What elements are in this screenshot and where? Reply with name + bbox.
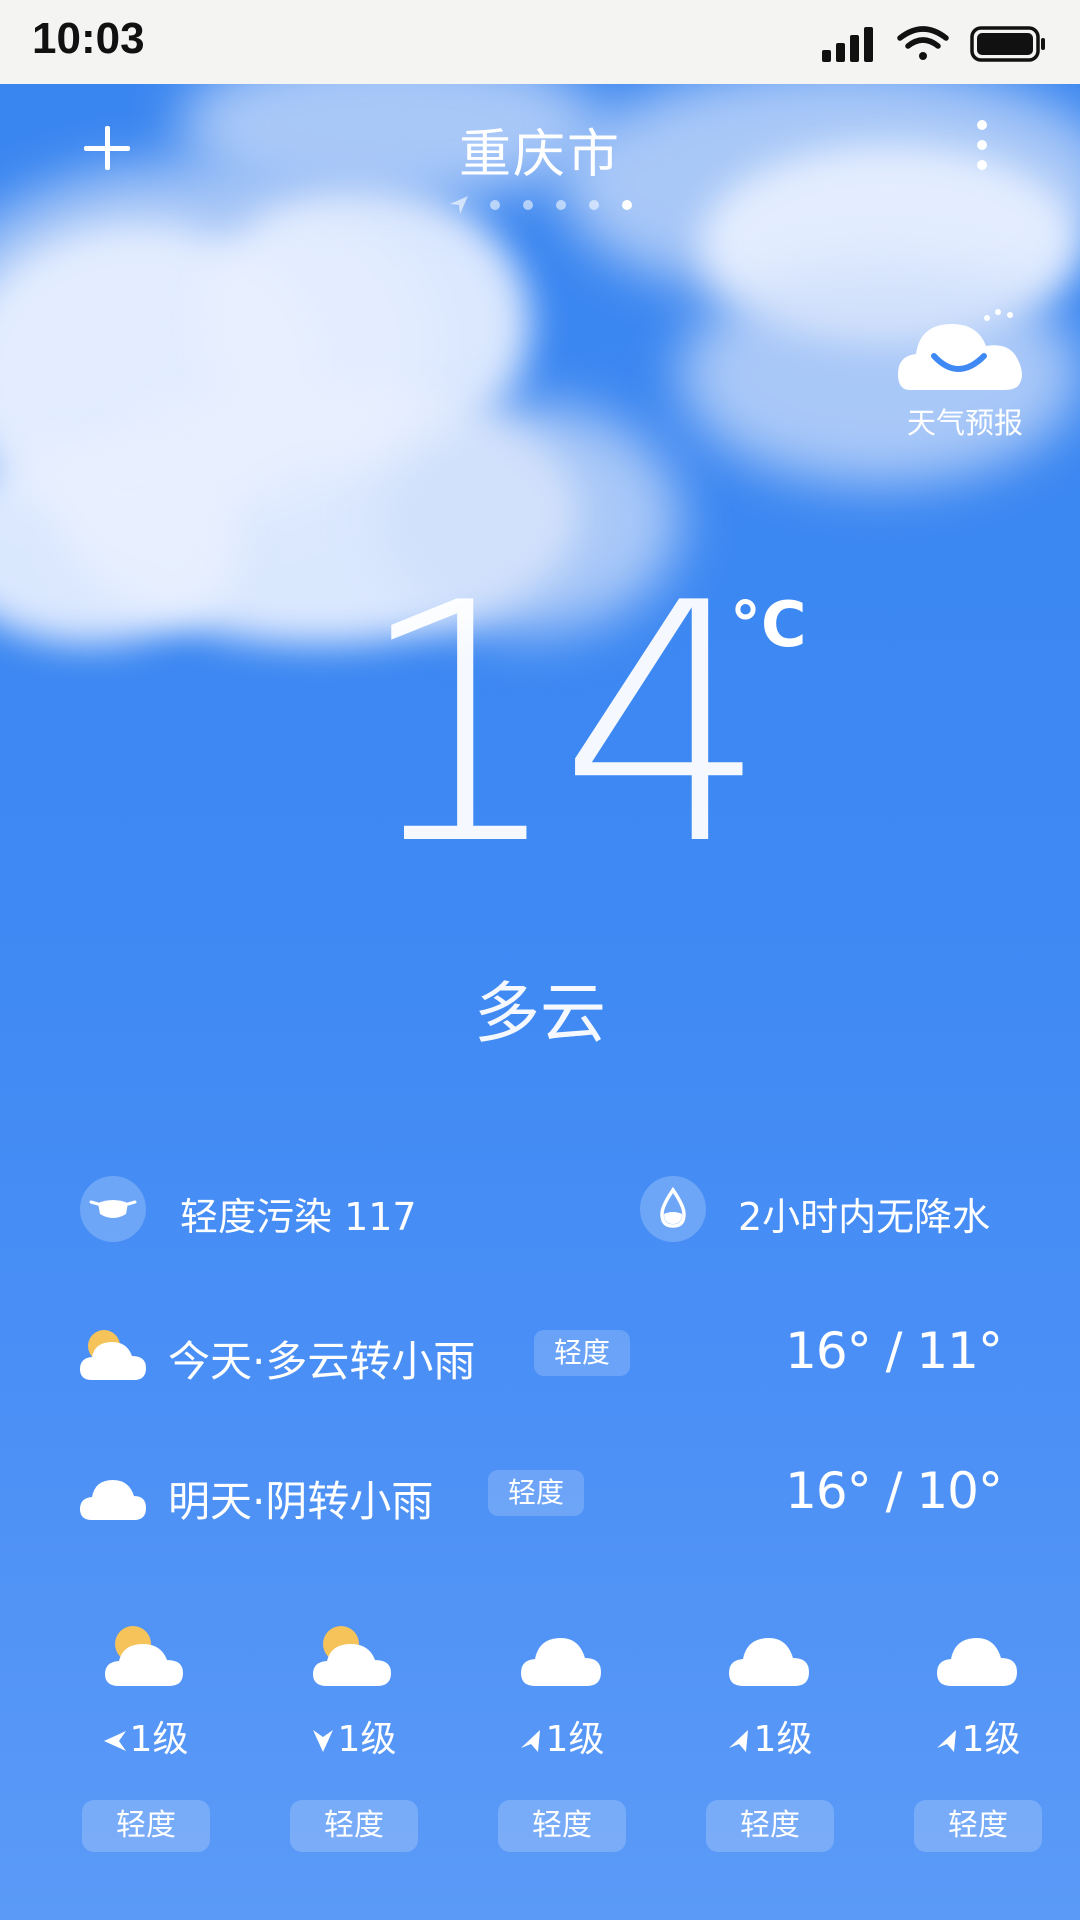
status-bar: 10:03 [0,0,1080,84]
day-label: 今天·多云转小雨 [168,1337,476,1386]
signal-icon [822,27,873,62]
air-quality-badge: 轻度 [534,1330,631,1376]
wind-direction-icon [520,1730,540,1752]
day-temperature-range: 16° / 11° [785,1322,1003,1380]
more-menu-button[interactable] [970,120,994,170]
status-time: 10:03 [32,14,145,63]
daily-row-tomorrow[interactable]: 明天·阴转小雨 轻度 16° / 10° [78,1462,1008,1532]
water-drop-icon [640,1176,706,1242]
wind-level: 1级 [684,1710,854,1762]
temperature-unit: °C [730,588,807,661]
partly-cloudy-icon [105,1626,183,1686]
mask-icon [80,1176,146,1242]
air-quality-badge: 轻度 [706,1800,834,1852]
wind-level: 1级 [60,1710,230,1762]
cloudy-icon [80,1480,146,1520]
wind-direction-icon [312,1730,333,1752]
wind-level: 1级 [476,1710,646,1762]
air-quality-badge: 轻度 [498,1800,626,1852]
cloudy-icon [937,1638,1017,1686]
hourly-item[interactable]: 1级 轻度 [684,1620,854,1860]
wind-direction-icon [936,1730,956,1752]
location-arrow-icon [450,196,468,214]
precipitation-text[interactable]: 2小时内无降水 [738,1186,990,1241]
partly-cloudy-icon [80,1330,146,1380]
hourly-item[interactable]: 1级 轻度 [892,1620,1062,1860]
partly-cloudy-icon [313,1626,391,1686]
city-name: 重庆市 [458,125,621,185]
weather-forecast-button[interactable]: 天气预报 [890,300,1040,440]
wind-level: 1级 [892,1710,1062,1762]
daily-row-today[interactable]: 今天·多云转小雨 轻度 16° / 11° [78,1322,1008,1392]
status-icons [822,22,1052,66]
wifi-icon [897,26,949,60]
hourly-item[interactable]: 1级 轻度 [60,1620,230,1860]
weather-forecast-label: 天气预报 [906,406,1023,440]
air-quality-badge: 轻度 [82,1800,210,1852]
wind-direction-icon [728,1730,748,1752]
battery-icon [970,26,1045,62]
hourly-item[interactable]: 1级 轻度 [268,1620,438,1860]
day-label: 明天·阴转小雨 [168,1477,434,1526]
current-condition: 多云 [474,975,606,1052]
wind-level: 1级 [268,1710,438,1762]
air-quality-badge: 轻度 [914,1800,1042,1852]
air-quality-badge: 轻度 [290,1800,418,1852]
wind-direction-icon [103,1731,126,1751]
air-quality-badge: 轻度 [488,1470,585,1516]
cloudy-icon [729,1638,809,1686]
current-temperature: 14 [355,533,769,917]
day-temperature-range: 16° / 10° [785,1462,1003,1520]
smiling-cloud-icon [898,309,1022,390]
air-quality-text[interactable]: 轻度污染 117 [180,1186,417,1241]
cloudy-icon [521,1638,601,1686]
hourly-item[interactable]: 1级 轻度 [476,1620,646,1860]
weather-screen: 10:03 重庆市 天气预报 14 °C 多云 轻度污染 117 2小时内无降水… [0,0,1080,1920]
